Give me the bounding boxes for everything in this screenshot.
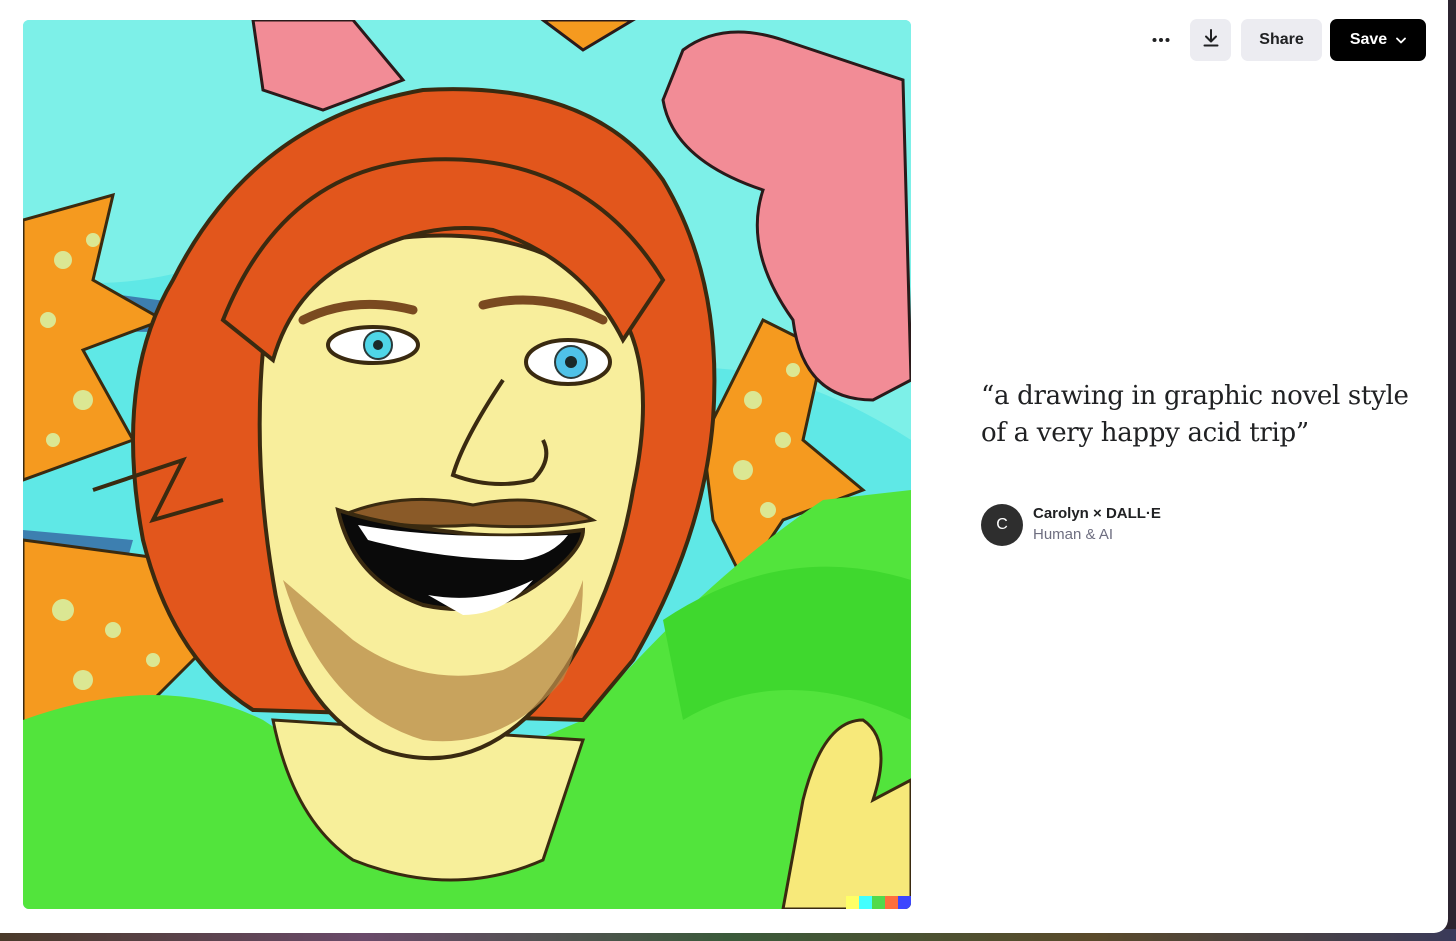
- ellipsis-icon: [1152, 37, 1170, 43]
- prompt-text: “a drawing in graphic novel style of a v…: [981, 381, 1409, 448]
- more-options-button[interactable]: [1140, 19, 1182, 61]
- share-button[interactable]: Share: [1241, 19, 1322, 61]
- save-button-label: Save: [1349, 31, 1388, 48]
- signature-swatch-cyan: [859, 896, 872, 909]
- save-button[interactable]: Save: [1330, 19, 1426, 61]
- avatar: C: [981, 504, 1023, 546]
- signature-swatch-orange: [885, 896, 898, 909]
- chevron-down-icon: [1396, 37, 1407, 44]
- author-subtitle: Human & AI: [1033, 526, 1114, 543]
- signature-swatch-yellow: [846, 896, 859, 909]
- author-name: Carolyn × DALL·E: [1033, 505, 1161, 522]
- generated-artwork: [23, 20, 911, 909]
- author-details: Carolyn × DALL·E Human & AI: [1033, 504, 1161, 546]
- dalle-color-signature: [846, 896, 911, 909]
- signature-swatch-green: [872, 896, 885, 909]
- author-byline[interactable]: C Carolyn × DALL·E Human & AI: [981, 504, 1161, 546]
- download-icon: [1203, 28, 1219, 52]
- download-button[interactable]: [1190, 19, 1231, 61]
- image-detail-modal: Share Save “a drawing in graphic novel s…: [0, 0, 1448, 933]
- image-toolbar: Share Save: [1140, 19, 1426, 61]
- signature-swatch-blue: [898, 896, 911, 909]
